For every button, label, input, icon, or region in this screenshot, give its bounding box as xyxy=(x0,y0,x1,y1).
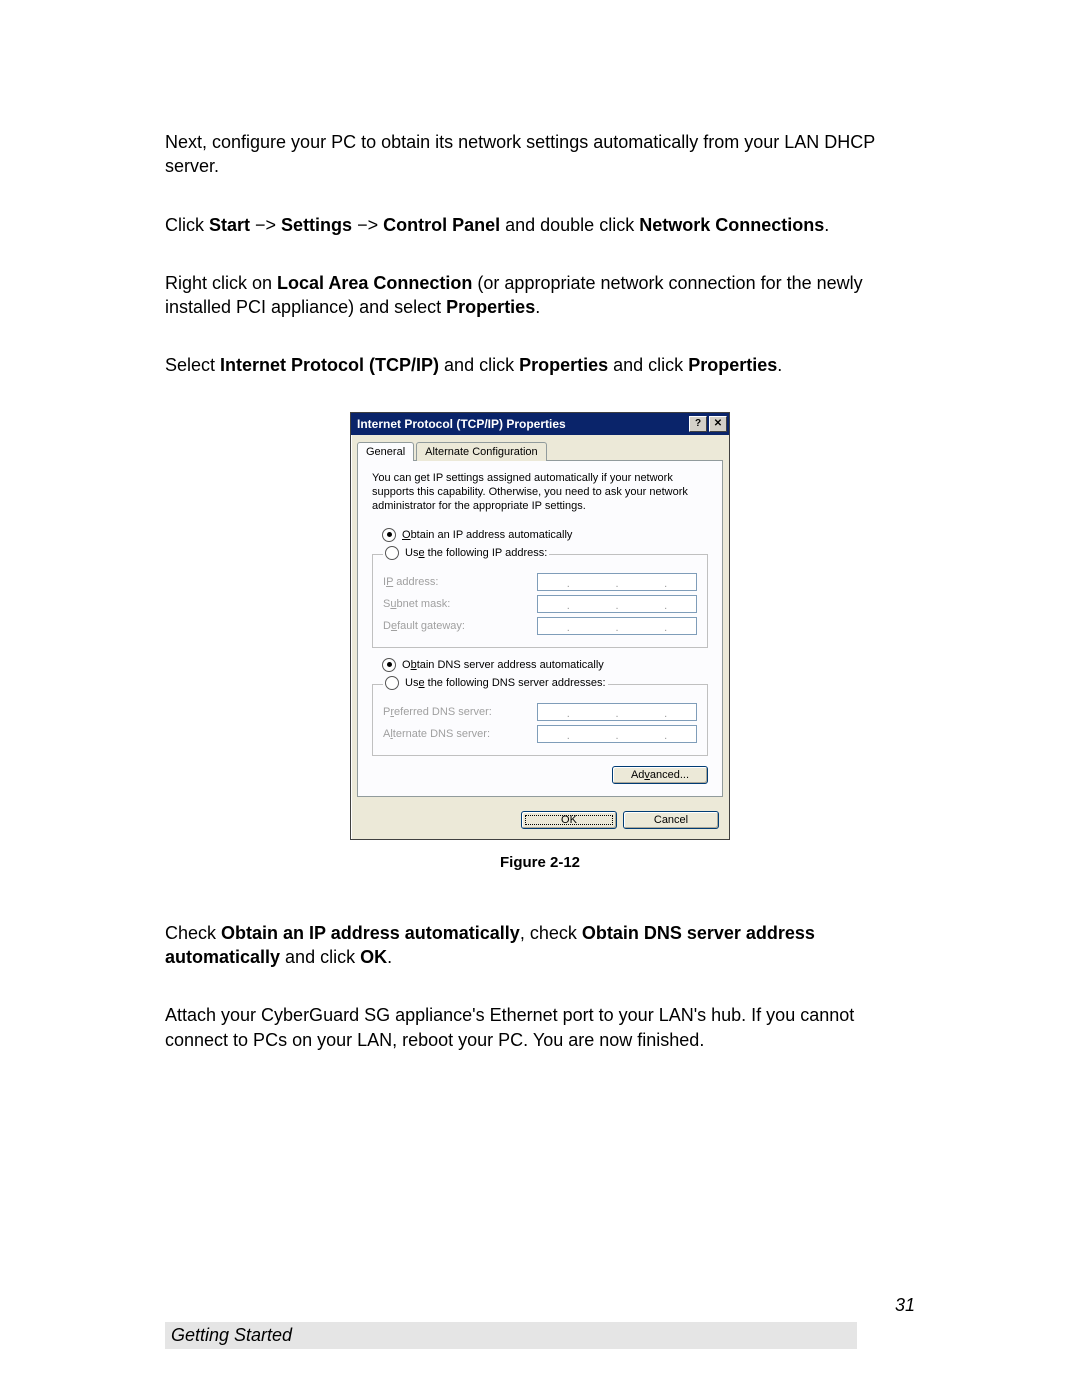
label-preferred-dns: Preferred DNS server: xyxy=(383,706,492,718)
text: . xyxy=(777,355,782,375)
radio-label: Obtain DNS server address automatically xyxy=(402,659,604,671)
text: . xyxy=(535,297,540,317)
text: Click xyxy=(165,215,209,235)
radio-icon xyxy=(385,546,399,560)
field-default-gateway: Default gateway: ... xyxy=(383,617,697,635)
input-preferred-dns[interactable]: ... xyxy=(537,703,697,721)
radio-label: Use the following DNS server addresses: xyxy=(405,677,606,689)
paragraph-1: Next, configure your PC to obtain its ne… xyxy=(165,130,915,179)
radio-use-following-dns[interactable]: Use the following DNS server addresses: xyxy=(383,676,608,693)
text: Select xyxy=(165,355,220,375)
group-use-following-dns: Use the following DNS server addresses: … xyxy=(372,676,708,756)
footer-section-title: Getting Started xyxy=(165,1322,857,1349)
bold: Settings xyxy=(281,215,352,235)
text: and click xyxy=(439,355,519,375)
paragraph-3: Right click on Local Area Connection (or… xyxy=(165,271,915,320)
dialog-title: Internet Protocol (TCP/IP) Properties xyxy=(357,417,687,431)
text: . xyxy=(387,947,392,967)
radio-icon xyxy=(382,528,396,542)
bold: Start xyxy=(209,215,250,235)
text: and click xyxy=(608,355,688,375)
radio-label: Obtain an IP address automatically xyxy=(402,529,572,541)
text: and double click xyxy=(500,215,639,235)
text: , check xyxy=(520,923,582,943)
text: . xyxy=(824,215,829,235)
bold: Properties xyxy=(446,297,535,317)
help-button[interactable]: ? xyxy=(689,416,707,432)
field-preferred-dns: Preferred DNS server: ... xyxy=(383,703,697,721)
tab-general[interactable]: General xyxy=(357,442,414,461)
bold: Properties xyxy=(688,355,777,375)
radio-use-following-ip[interactable]: Use the following IP address: xyxy=(383,546,549,563)
bold: Local Area Connection xyxy=(277,273,472,293)
paragraph-6: Attach your CyberGuard SG appliance's Et… xyxy=(165,1003,915,1052)
tcpip-properties-dialog: Internet Protocol (TCP/IP) Properties ? … xyxy=(350,412,730,840)
input-ip-address[interactable]: ... xyxy=(537,573,697,591)
label-default-gateway: Default gateway: xyxy=(383,620,465,632)
bold: OK xyxy=(360,947,387,967)
label-subnet-mask: Subnet mask: xyxy=(383,598,450,610)
figure-caption: Figure 2-12 xyxy=(165,854,915,871)
text: Check xyxy=(165,923,221,943)
input-default-gateway[interactable]: ... xyxy=(537,617,697,635)
tab-strip: General Alternate Configuration xyxy=(351,435,729,460)
radio-icon xyxy=(382,658,396,672)
radio-obtain-ip-auto[interactable]: Obtain an IP address automatically xyxy=(382,528,708,542)
document-page: Next, configure your PC to obtain its ne… xyxy=(0,0,1080,1397)
paragraph-4: Select Internet Protocol (TCP/IP) and cl… xyxy=(165,353,915,377)
text: −> xyxy=(352,215,383,235)
figure-container: Internet Protocol (TCP/IP) Properties ? … xyxy=(165,412,915,840)
bold: Control Panel xyxy=(383,215,500,235)
advanced-row: Advanced... xyxy=(372,766,708,784)
intro-text: You can get IP settings assigned automat… xyxy=(372,471,708,514)
field-ip-address: IP address: ... xyxy=(383,573,697,591)
paragraph-5: Check Obtain an IP address automatically… xyxy=(165,921,915,970)
input-alternate-dns[interactable]: ... xyxy=(537,725,697,743)
input-subnet-mask[interactable]: ... xyxy=(537,595,697,613)
cancel-button[interactable]: Cancel xyxy=(623,811,719,829)
label-ip-address: IP address: xyxy=(383,576,438,588)
radio-obtain-dns-auto[interactable]: Obtain DNS server address automatically xyxy=(382,658,708,672)
dialog-titlebar: Internet Protocol (TCP/IP) Properties ? … xyxy=(351,413,729,435)
bold: Internet Protocol (TCP/IP) xyxy=(220,355,439,375)
field-alternate-dns: Alternate DNS server: ... xyxy=(383,725,697,743)
group-use-following-ip: Use the following IP address: IP address… xyxy=(372,546,708,648)
dialog-footer: OK Cancel xyxy=(351,803,729,839)
tab-alternate-configuration[interactable]: Alternate Configuration xyxy=(416,442,547,461)
text: Right click on xyxy=(165,273,277,293)
field-subnet-mask: Subnet mask: ... xyxy=(383,595,697,613)
bold: Obtain an IP address automatically xyxy=(221,923,520,943)
close-button[interactable]: ✕ xyxy=(709,416,727,432)
text: and click xyxy=(280,947,360,967)
advanced-button[interactable]: Advanced... xyxy=(612,766,708,784)
label-alternate-dns: Alternate DNS server: xyxy=(383,728,490,740)
text: −> xyxy=(250,215,281,235)
page-footer: 31 Getting Started xyxy=(165,1295,915,1349)
paragraph-2: Click Start −> Settings −> Control Panel… xyxy=(165,213,915,237)
bold: Properties xyxy=(519,355,608,375)
radio-label: Use the following IP address: xyxy=(405,547,547,559)
radio-icon xyxy=(385,676,399,690)
bold: Network Connections xyxy=(639,215,824,235)
ok-button[interactable]: OK xyxy=(521,811,617,829)
page-number: 31 xyxy=(165,1295,915,1316)
tab-panel-general: You can get IP settings assigned automat… xyxy=(357,460,723,797)
